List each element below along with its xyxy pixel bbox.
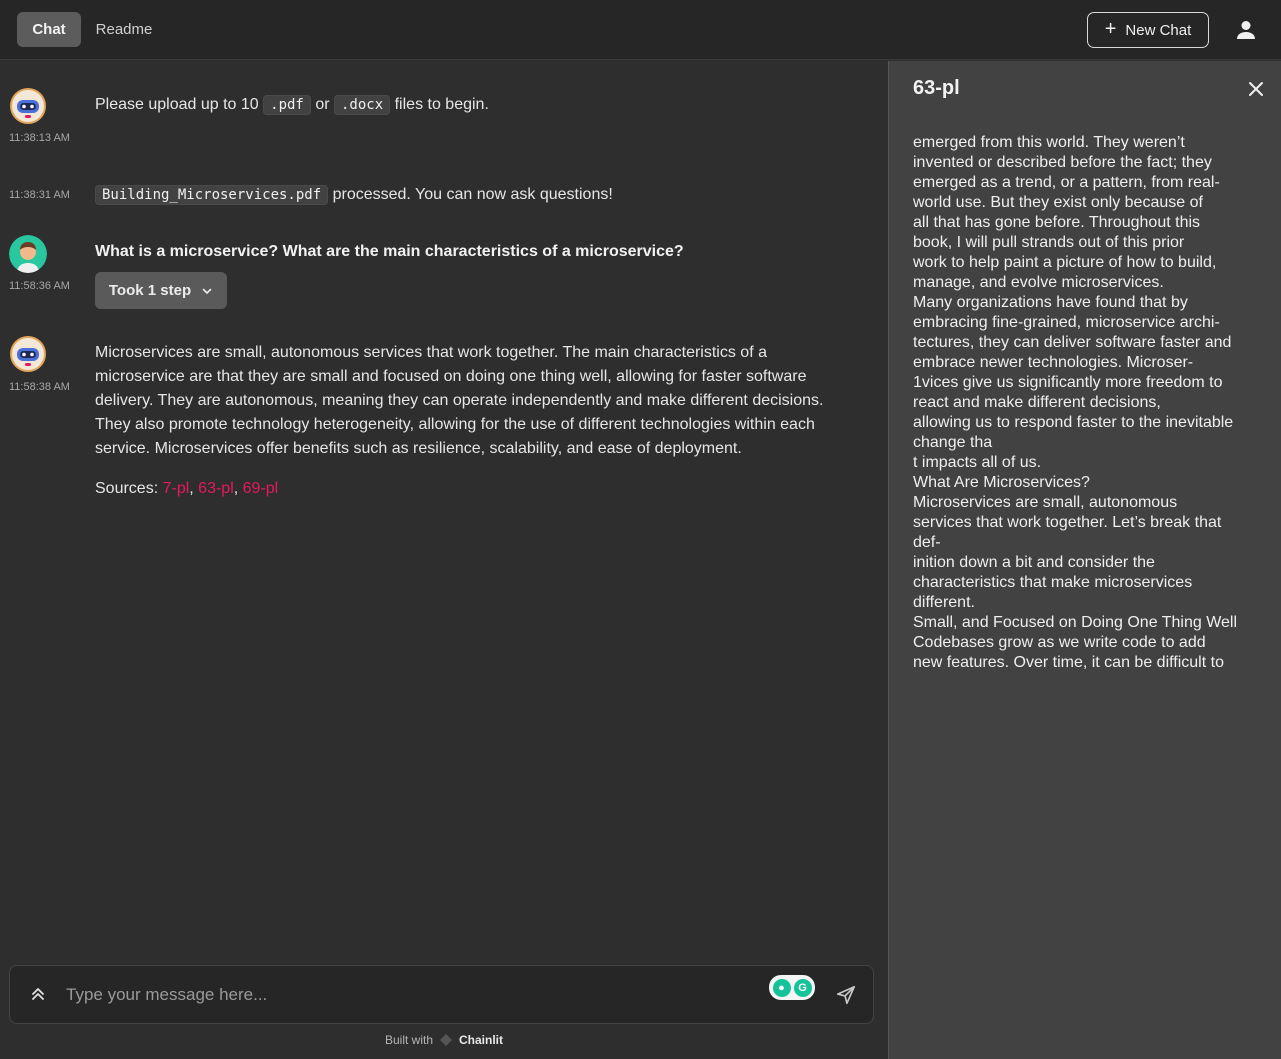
source-line: embracing fine-grained, microservice arc… bbox=[913, 314, 1220, 331]
message-input[interactable] bbox=[66, 982, 756, 1008]
built-with-footer: Built with Chainlit bbox=[0, 1033, 888, 1047]
grammarly-g-icon: G bbox=[793, 978, 812, 997]
source-line: characteristics that make microservices bbox=[913, 574, 1193, 591]
source-line: change tha bbox=[913, 434, 993, 451]
source-line: tectures, they can deliver software fast… bbox=[913, 334, 1232, 351]
source-line: inition down a bit and consider the bbox=[913, 554, 1155, 571]
bot-message: Please upload up to 10 .pdf or .docx fil… bbox=[95, 93, 489, 117]
sources-line: Sources: 7-pl, 63-pl, 69-pl bbox=[95, 480, 279, 497]
source-link[interactable]: 63-pl bbox=[198, 480, 234, 497]
message-text: files to begin. bbox=[394, 96, 489, 113]
answer-line: service. Microservices offer benefits su… bbox=[95, 440, 742, 457]
user-icon[interactable] bbox=[1234, 18, 1258, 42]
bot-avatar-icon bbox=[10, 336, 46, 372]
message-text: Please upload up to 10 bbox=[95, 96, 259, 113]
source-line: work to help paint a picture of how to b… bbox=[913, 254, 1217, 271]
source-text: emerged from this world. They weren’t in… bbox=[913, 133, 1265, 673]
source-line: all that has gone before. Throughout thi… bbox=[913, 214, 1201, 231]
chainlit-logo-icon bbox=[440, 1034, 453, 1046]
panel-title: 63-pl bbox=[913, 77, 960, 99]
source-link[interactable]: 69-pl bbox=[243, 480, 279, 497]
source-line: allowing us to respond faster to the ine… bbox=[913, 414, 1234, 431]
user-avatar-icon bbox=[9, 235, 47, 273]
new-chat-button[interactable]: + New Chat bbox=[1087, 12, 1209, 48]
bot-avatar-icon bbox=[10, 88, 46, 124]
source-line: 1vices give us significantly more freedo… bbox=[913, 374, 1223, 391]
source-line: def- bbox=[913, 534, 941, 551]
source-line: Many organizations have found that by bbox=[913, 294, 1188, 311]
sources-label: Sources: bbox=[95, 480, 159, 497]
source-line: t impacts all of us. bbox=[913, 454, 1042, 471]
answer-line: Microservices are small, autonomous serv… bbox=[95, 344, 767, 361]
source-link[interactable]: 7-pl bbox=[163, 480, 190, 497]
user-message: What is a microservice? What are the mai… bbox=[95, 243, 684, 260]
source-line: manage, and evolve microservices. bbox=[913, 274, 1164, 291]
took-step-button[interactable]: Took 1 step bbox=[95, 272, 227, 309]
chevron-down-icon bbox=[202, 288, 212, 294]
source-line: invented or described before the fact; t… bbox=[913, 154, 1212, 171]
source-line: book, I will pull strands out of this pr… bbox=[913, 234, 1185, 251]
source-line: emerged as a trend, or a pattern, from r… bbox=[913, 174, 1220, 191]
message-composer: ● G bbox=[9, 965, 874, 1024]
source-line: different. bbox=[913, 594, 975, 611]
bot-message: Building_Microservices.pdf processed. Yo… bbox=[95, 183, 613, 207]
double-chevron-up-icon[interactable] bbox=[28, 984, 48, 1004]
source-line: world use. But they exist only because o… bbox=[913, 194, 1203, 211]
inline-code: Building_Microservices.pdf bbox=[95, 185, 329, 205]
source-line: services that work together. Let’s break… bbox=[913, 514, 1222, 531]
message-text: or bbox=[315, 96, 330, 113]
source-panel: 63-pl emerged from this world. They were… bbox=[888, 61, 1281, 1059]
built-with-text: Built with bbox=[384, 1033, 434, 1047]
top-bar: Chat Readme + New Chat bbox=[0, 0, 1281, 60]
inline-code: .docx bbox=[334, 95, 391, 115]
inline-code: .pdf bbox=[263, 95, 311, 115]
source-line: new features. Over time, it can be diffi… bbox=[913, 654, 1224, 671]
answer-line: microservice are that they are small and… bbox=[95, 368, 807, 385]
source-line: What Are Microservices? bbox=[913, 474, 1090, 491]
grammarly-bulb-icon: ● bbox=[772, 978, 791, 997]
chainlit-link[interactable]: Chainlit bbox=[459, 1033, 503, 1047]
source-line: embrace newer technologies. Microser- bbox=[913, 354, 1194, 371]
step-label: Took 1 step bbox=[108, 282, 192, 299]
message-timestamp: 11:38:13 AM bbox=[9, 132, 70, 144]
grammarly-widget[interactable]: ● G bbox=[769, 975, 815, 1000]
source-line: react and make different decisions, bbox=[913, 394, 1161, 411]
bot-answer: Microservices are small, autonomous serv… bbox=[95, 341, 870, 501]
message-text: processed. You can now ask questions! bbox=[332, 186, 613, 203]
source-line: Microservices are small, autonomous bbox=[913, 494, 1178, 511]
plus-icon: + bbox=[1104, 18, 1117, 40]
source-line: Small, and Focused on Doing One Thing We… bbox=[913, 614, 1238, 631]
close-icon[interactable] bbox=[1247, 80, 1265, 98]
answer-line: delivery. They are autonomous, meaning t… bbox=[95, 392, 824, 409]
message-timestamp: 11:38:31 AM bbox=[9, 189, 70, 201]
message-timestamp: 11:58:36 AM bbox=[9, 280, 70, 292]
message-timestamp: 11:58:38 AM bbox=[9, 381, 70, 393]
tab-readme[interactable]: Readme bbox=[87, 12, 161, 47]
source-line: emerged from this world. They weren’t bbox=[913, 134, 1185, 151]
send-icon[interactable] bbox=[835, 984, 857, 1006]
source-line: Codebases grow as we write code to add bbox=[913, 634, 1206, 651]
answer-line: They also promote technology heterogenei… bbox=[95, 416, 815, 433]
new-chat-label: New Chat bbox=[1125, 21, 1192, 39]
tab-chat[interactable]: Chat bbox=[17, 12, 81, 47]
chat-area: 11:38:13 AM Please upload up to 10 .pdf … bbox=[0, 61, 888, 1059]
